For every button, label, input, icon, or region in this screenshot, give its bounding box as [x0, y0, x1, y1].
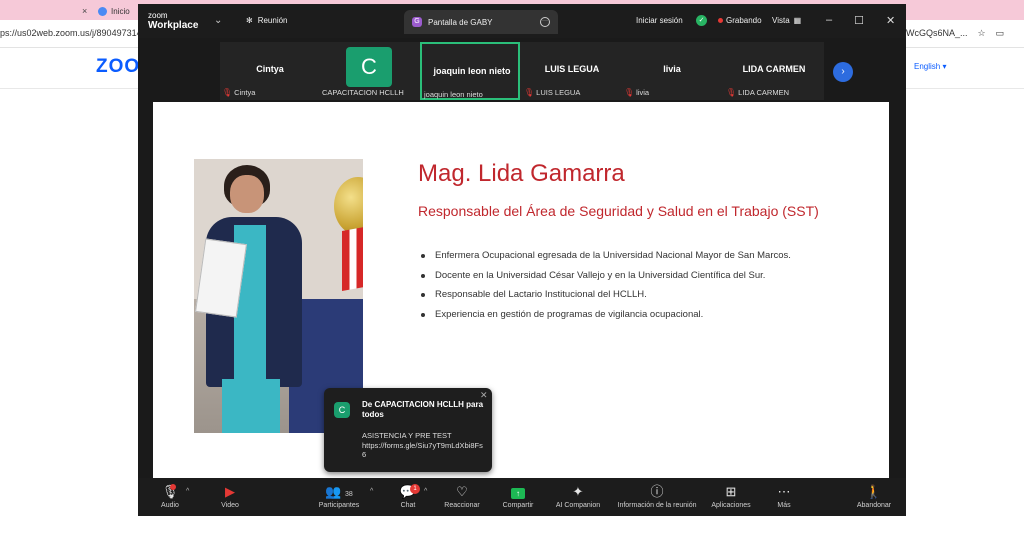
- star-icon[interactable]: ☆: [978, 28, 986, 39]
- participants-button[interactable]: 👥 38 Participantes: [316, 484, 362, 509]
- chat-message: ASISTENCIA Y PRE TEST https://forms.gle/…: [362, 431, 486, 460]
- ai-companion-button[interactable]: ✦ AI Companion: [552, 484, 604, 509]
- more-icon: ⋯: [777, 484, 791, 499]
- window-controls: – ☐ ✕: [826, 14, 895, 27]
- record-dot-icon: [718, 18, 723, 23]
- mic-muted-icon: 🎙: [624, 88, 635, 97]
- chevron-up-icon: ^: [186, 488, 190, 495]
- participant-strip: Cintya 🎙 Cintya C CAPACITACION HCLLH joaq…: [220, 42, 824, 100]
- leave-icon: 🚶: [865, 484, 883, 499]
- gaby-avatar-icon: G: [412, 17, 422, 27]
- meeting-icon: ✻: [246, 16, 253, 25]
- mic-muted-icon: 🎙: [524, 88, 535, 97]
- video-off-icon: ▶: [225, 484, 235, 499]
- zoom-window: zoom Workplace ⌄ ✻ Reunión G Pantalla de…: [138, 4, 906, 516]
- zoom-logo: zoom Workplace: [148, 11, 199, 31]
- screen-share-tab[interactable]: G Pantalla de GABY ···: [404, 10, 558, 34]
- participant-tile[interactable]: LIDA CARMEN 🎙 LIDA CARMEN: [724, 42, 824, 100]
- mute-badge: [170, 484, 176, 490]
- chat-notification[interactable]: C De CAPACITACION HCLLH para todos ASIST…: [324, 388, 492, 472]
- browser-tab-inicio[interactable]: Inicio: [98, 2, 130, 20]
- chat-link[interactable]: https://forms.gle/Siu7yT9mLdXbi8Fs6: [362, 441, 486, 460]
- chat-unread-badge: 1: [410, 484, 420, 494]
- leave-button[interactable]: 🚶 Abandonar: [854, 484, 894, 509]
- apps-button[interactable]: ⊞ Aplicaciones: [708, 484, 754, 509]
- chat-sender: De CAPACITACION HCLLH para todos: [362, 400, 484, 419]
- close-icon[interactable]: ×: [82, 6, 87, 16]
- mic-muted-icon: 🎙: [222, 88, 233, 97]
- avatar: C: [334, 402, 350, 418]
- grid-icon: ▦: [793, 16, 802, 25]
- avatar: C: [346, 47, 392, 87]
- more-button[interactable]: ⋯ Más: [774, 484, 794, 509]
- profile-icon[interactable]: ▭: [996, 28, 1005, 39]
- maximize-icon[interactable]: ☐: [854, 14, 864, 27]
- slide-title: Mag. Lida Gamarra: [418, 160, 625, 187]
- participant-tile[interactable]: livia 🎙 livia: [622, 42, 722, 100]
- mic-muted-icon: 🎙: [726, 88, 737, 97]
- meeting-info-button[interactable]: ⓘ Información de la reunión: [612, 484, 702, 509]
- chevron-up-icon: ^: [424, 488, 428, 495]
- slide-subtitle: Responsable del Área de Seguridad y Salu…: [418, 203, 819, 219]
- more-icon[interactable]: ···: [540, 17, 550, 27]
- participant-tile[interactable]: C CAPACITACION HCLLH: [320, 42, 420, 100]
- minimize-icon[interactable]: –: [826, 14, 832, 27]
- share-screen-icon: ↑: [500, 484, 536, 500]
- view-button[interactable]: Vista ▦: [772, 16, 801, 25]
- heart-icon: ♡: [456, 484, 468, 499]
- list-item: Enfermera Ocupacional egresada de la Uni…: [418, 250, 791, 270]
- shared-slide: Mag. Lida Gamarra Responsable del Área d…: [153, 102, 889, 478]
- info-icon: ⓘ: [650, 484, 664, 499]
- next-participants-button[interactable]: ›: [833, 62, 853, 82]
- browser-tab-label: Inicio: [111, 6, 130, 16]
- close-icon[interactable]: ✕: [480, 390, 488, 401]
- recording-indicator[interactable]: Grabando: [718, 16, 762, 25]
- chevron-up-icon: ^: [370, 488, 374, 495]
- participant-tile[interactable]: Cintya 🎙 Cintya: [220, 42, 320, 100]
- title-bar: zoom Workplace ⌄ ✻ Reunión G Pantalla de…: [138, 4, 906, 38]
- chevron-right-icon: ›: [841, 66, 845, 77]
- address-url[interactable]: ps://us02web.zoom.us/j/8904973140: [0, 28, 147, 38]
- apps-icon: ⊞: [725, 484, 737, 499]
- language-select[interactable]: English ▾: [914, 62, 946, 71]
- address-url-tail: WcGQs6NA_...: [906, 28, 968, 38]
- sparkle-icon: ✦: [572, 484, 584, 499]
- slide-bullets: Enfermera Ocupacional egresada de la Uni…: [418, 250, 791, 328]
- video-button[interactable]: ▶ Video: [218, 484, 242, 509]
- chat-button[interactable]: 💬 Chat 1: [396, 484, 420, 509]
- chevron-down-icon[interactable]: ⌄: [214, 15, 222, 26]
- zoom-page-logo: ZOO: [96, 56, 141, 77]
- sign-in-link[interactable]: Iniciar sesión: [636, 16, 683, 25]
- list-item: Experiencia en gestión de programas de v…: [418, 309, 791, 329]
- chrome-icon: [98, 6, 107, 16]
- participant-tile[interactable]: LUIS LEGUA 🎙 LUIS LEGUA: [522, 42, 622, 100]
- list-item: Responsable del Lactario Institucional d…: [418, 289, 791, 309]
- audio-button[interactable]: 🎙 Audio: [158, 484, 182, 509]
- share-button[interactable]: ↑ Compartir: [500, 484, 536, 509]
- meeting-tab[interactable]: ✻ Reunión: [246, 16, 288, 25]
- meeting-toolbar: 🎙 Audio ^ ▶ Video 👥 38 Participantes ^ 💬…: [138, 478, 906, 516]
- react-button[interactable]: ♡ Reaccionar: [442, 484, 482, 509]
- people-icon: 👥 38: [325, 484, 353, 499]
- close-icon[interactable]: ✕: [886, 14, 895, 27]
- browser-tab-close[interactable]: ×: [82, 2, 87, 20]
- participant-tile-active-speaker[interactable]: joaquin leon nieto joaquin leon nieto: [420, 42, 520, 100]
- list-item: Docente en la Universidad César Vallejo …: [418, 270, 791, 290]
- shield-check-icon[interactable]: ✓: [696, 15, 707, 26]
